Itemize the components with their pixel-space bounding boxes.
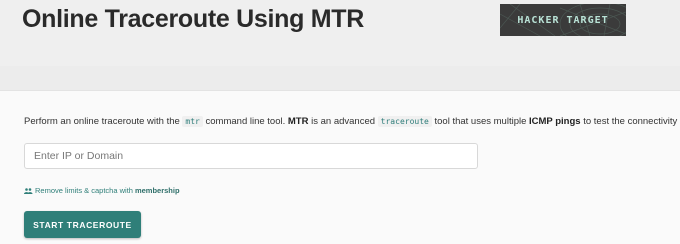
traceroute-card: Perform an online traceroute with the mt… — [0, 90, 680, 244]
description-middle2: is an advanced — [311, 116, 376, 127]
description-middle3: tool that uses multiple — [434, 116, 527, 127]
icmp-pings-bold: ICMP pings — [529, 116, 581, 127]
page-header: Online Traceroute Using MTR HACKER TARGE… — [0, 0, 680, 66]
description-suffix: to test the connectivity to each hop — [583, 116, 680, 127]
logo-text: HACKER TARGET — [517, 14, 609, 26]
mtr-code: mtr — [182, 116, 203, 127]
promo-text: Remove limits & captcha with — [35, 186, 133, 195]
description-middle1: command line tool. — [205, 116, 286, 127]
membership-promo: Remove limits & captcha with membership — [24, 186, 180, 195]
traceroute-code: traceroute — [377, 116, 432, 127]
page-title: Online Traceroute Using MTR — [22, 5, 364, 33]
ip-domain-input[interactable] — [24, 143, 478, 169]
users-icon — [24, 187, 33, 194]
hacker-target-logo[interactable]: HACKER TARGET — [500, 4, 626, 36]
mtr-bold: MTR — [287, 116, 309, 127]
start-traceroute-button[interactable]: START TRACEROUTE — [24, 211, 141, 238]
description-prefix: Perform an online traceroute with the — [24, 116, 180, 127]
membership-link[interactable]: membership — [135, 186, 180, 195]
tool-description: Perform an online traceroute with the mt… — [24, 116, 680, 127]
